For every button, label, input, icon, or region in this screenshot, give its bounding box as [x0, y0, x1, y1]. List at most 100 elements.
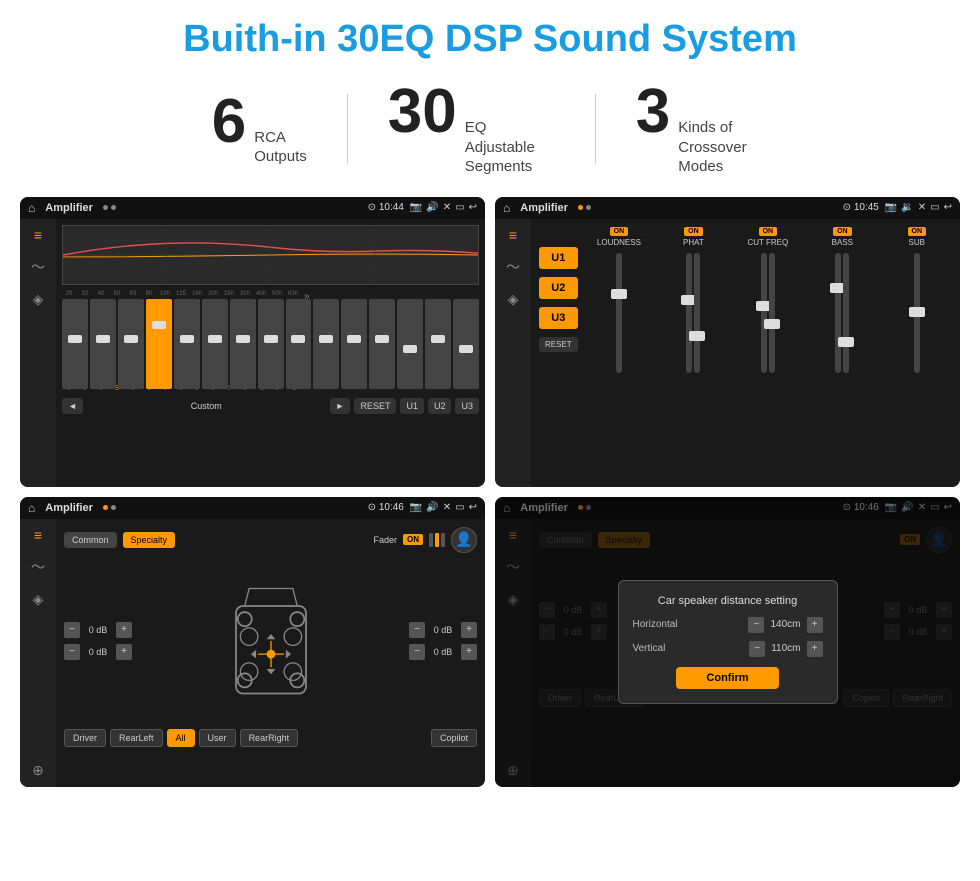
vertical-minus[interactable]: −	[749, 641, 765, 657]
window-icon[interactable]: ▭	[455, 202, 464, 213]
eq-icon-3[interactable]: ≡	[34, 527, 42, 543]
home-icon-3[interactable]: ⌂	[28, 501, 35, 515]
db-plus-3[interactable]: +	[461, 622, 477, 638]
eq-slider-14[interactable]	[425, 299, 451, 389]
eq-slider-1[interactable]	[62, 299, 88, 389]
phat-slider-1[interactable]	[686, 253, 692, 373]
wave-icon-3[interactable]: 〜	[31, 557, 45, 577]
eq-slider-4[interactable]	[146, 299, 172, 389]
eq-slider-3[interactable]	[118, 299, 144, 389]
close-icon-2[interactable]: ✕	[918, 202, 926, 213]
cutfreq-slider-2[interactable]	[769, 253, 775, 373]
stat-number-crossover: 3	[636, 81, 670, 143]
db-plus-2[interactable]: +	[116, 644, 132, 660]
eq-u1-button[interactable]: U1	[400, 398, 424, 414]
db-minus-2[interactable]: −	[64, 644, 80, 660]
driver-button[interactable]: Driver	[64, 729, 106, 747]
home-icon-2[interactable]: ⌂	[503, 201, 510, 215]
horizontal-plus[interactable]: +	[807, 617, 823, 633]
eq-slider-9[interactable]	[286, 299, 312, 389]
eq-next-button[interactable]: ►	[330, 398, 351, 414]
eq-reset-button[interactable]: RESET	[354, 398, 396, 414]
sub-on: ON	[908, 227, 927, 236]
eq-slider-10[interactable]	[313, 299, 339, 389]
close-icon[interactable]: ✕	[443, 202, 451, 213]
eq-slider-2[interactable]	[90, 299, 116, 389]
eq-slider-5[interactable]	[174, 299, 200, 389]
fader-person-icon[interactable]: 👤	[451, 527, 477, 553]
vertical-row: Vertical − 110cm +	[633, 641, 823, 657]
eq-status-bar: ⌂ Amplifier ⊙ 10:44 📷 🔊 ✕ ▭ ↩	[20, 197, 485, 219]
user-button[interactable]: User	[199, 729, 236, 747]
speaker-icon[interactable]: ◈	[33, 291, 44, 308]
speaker-icon-2[interactable]: ◈	[508, 291, 519, 308]
eq-slider-15[interactable]	[453, 299, 479, 389]
fader-status-icons: 📷 🔊 ✕ ▭ ↩	[410, 502, 477, 513]
rearleft-button[interactable]: RearLeft	[110, 729, 163, 747]
fader-top-row: Common Specialty Fader ON 👤	[64, 527, 477, 553]
cutfreq-slider-1[interactable]	[761, 253, 767, 373]
back-icon-3[interactable]: ↩	[469, 502, 477, 513]
all-button[interactable]: All	[167, 729, 195, 747]
dot-c	[103, 505, 108, 510]
fader-dots	[103, 505, 116, 510]
fader-sliders-mini	[429, 533, 445, 547]
vertical-plus[interactable]: +	[807, 641, 823, 657]
window-icon-3[interactable]: ▭	[455, 502, 464, 513]
eq-slider-7[interactable]	[230, 299, 256, 389]
eq-u3-button[interactable]: U3	[455, 398, 479, 414]
channel-phat: ON PHAT	[658, 227, 728, 479]
dot-d	[111, 505, 116, 510]
eq-icon-2[interactable]: ≡	[509, 227, 517, 243]
back-icon-2[interactable]: ↩	[944, 202, 952, 213]
specialty-tab[interactable]: Specialty	[123, 532, 176, 548]
page-title: Buith-in 30EQ DSP Sound System	[0, 0, 980, 71]
db-plus-4[interactable]: +	[461, 644, 477, 660]
wave-icon[interactable]: 〜	[31, 257, 45, 277]
db-minus-3[interactable]: −	[409, 622, 425, 638]
home-icon[interactable]: ⌂	[28, 201, 35, 215]
fader-status-bar: ⌂ Amplifier ⊙ 10:46 📷 🔊 ✕ ▭ ↩	[20, 497, 485, 519]
u1-button[interactable]: U1	[539, 247, 578, 269]
reset-button[interactable]: RESET	[539, 337, 578, 352]
vertical-label: Vertical	[633, 643, 744, 654]
copilot-button[interactable]: Copilot	[431, 729, 477, 747]
eq-icon[interactable]: ≡	[34, 227, 42, 243]
eq-slider-6[interactable]	[202, 299, 228, 389]
stat-text-crossover: Kinds ofCrossover Modes	[678, 118, 768, 177]
window-icon-2[interactable]: ▭	[930, 202, 939, 213]
volume-icon-3: 🔊	[426, 502, 438, 513]
wave-icon-2[interactable]: 〜	[506, 257, 520, 277]
speaker-icon-3[interactable]: ◈	[33, 591, 44, 608]
confirm-button[interactable]: Confirm	[676, 667, 778, 689]
eq-slider-13[interactable]	[397, 299, 423, 389]
phat-slider-2[interactable]	[694, 253, 700, 373]
horizontal-minus[interactable]: −	[748, 617, 764, 633]
crossover-dots	[578, 205, 591, 210]
rearright-button[interactable]: RearRight	[240, 729, 299, 747]
close-icon-3[interactable]: ✕	[443, 502, 451, 513]
arrow-icon[interactable]: ⊕	[32, 762, 44, 779]
volume-icon: 🔊	[426, 202, 438, 213]
crossover-app-name: Amplifier	[520, 202, 568, 214]
crossover-screen: ⌂ Amplifier ⊙ 10:45 📷 🔉 ✕ ▭ ↩ ≡ 〜 ◈	[495, 197, 960, 487]
eq-slider-8[interactable]	[258, 299, 284, 389]
u3-button[interactable]: U3	[539, 307, 578, 329]
car-diagram	[140, 561, 401, 721]
u2-button[interactable]: U2	[539, 277, 578, 299]
db-plus-1[interactable]: +	[116, 622, 132, 638]
sub-slider[interactable]	[914, 253, 920, 373]
crossover-channels: ON LOUDNESS ON PHAT	[584, 227, 952, 479]
eq-u2-button[interactable]: U2	[428, 398, 452, 414]
bass-slider-1[interactable]	[835, 253, 841, 373]
eq-slider-11[interactable]	[341, 299, 367, 389]
back-icon[interactable]: ↩	[469, 202, 477, 213]
loudness-slider[interactable]	[616, 253, 622, 373]
db-minus-1[interactable]: −	[64, 622, 80, 638]
db-minus-4[interactable]: −	[409, 644, 425, 660]
bass-slider-2[interactable]	[843, 253, 849, 373]
eq-prev-button[interactable]: ◄	[62, 398, 83, 414]
stats-row: 6 RCAOutputs 30 EQ AdjustableSegments 3 …	[0, 71, 980, 187]
common-tab[interactable]: Common	[64, 532, 117, 548]
eq-slider-12[interactable]	[369, 299, 395, 389]
